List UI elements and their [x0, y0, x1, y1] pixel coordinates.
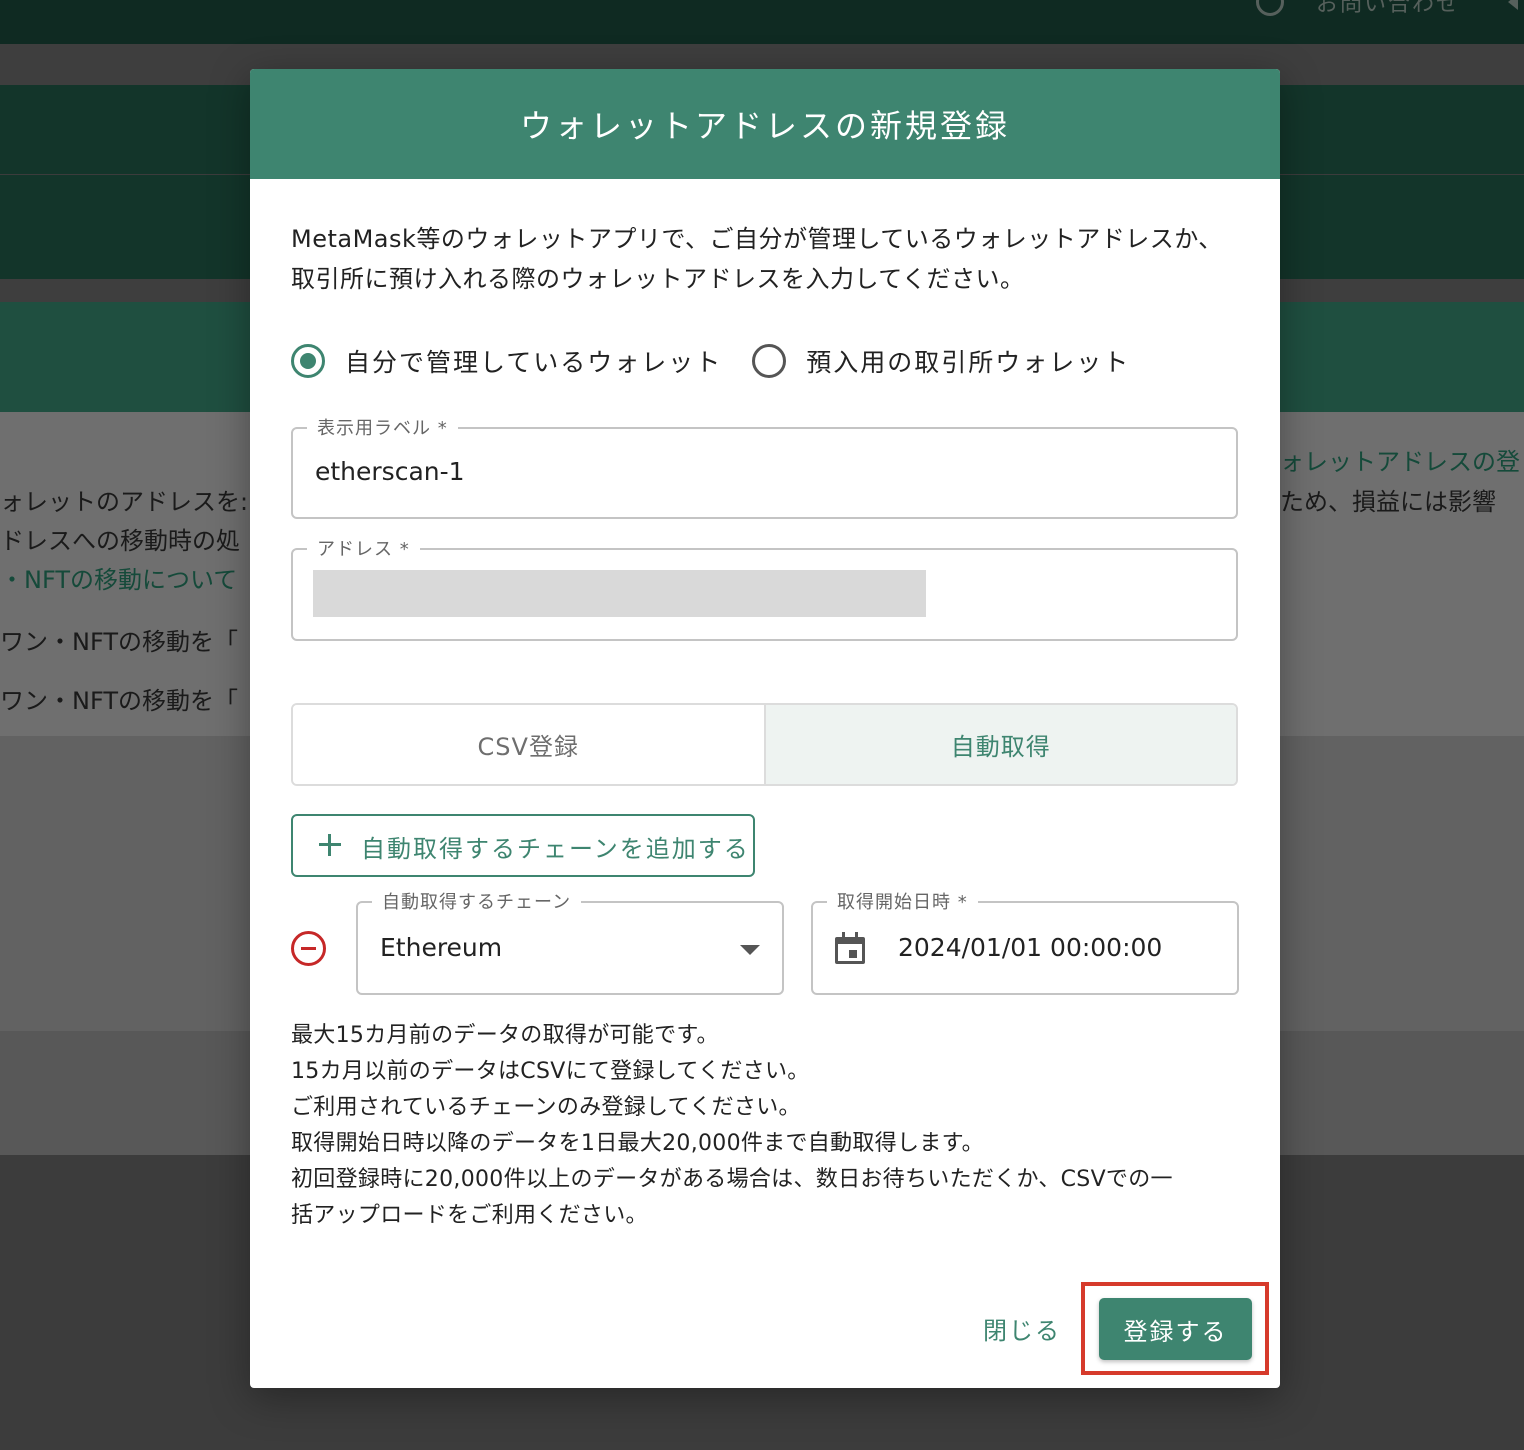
close-button[interactable]: 閉じる: [983, 1311, 1061, 1346]
bg-text-line: ドレスへの移動時の処: [0, 527, 240, 555]
add-chain-button[interactable]: 自動取得するチェーンを追加する: [291, 814, 755, 877]
dialog-header: ウォレットアドレスの新規登録: [250, 69, 1280, 179]
bg-text-line: ため、損益には影響: [1280, 488, 1496, 516]
note-line: 最大15カ月前のデータの取得が可能です。: [291, 1023, 719, 1048]
wallet-register-dialog: ウォレットアドレスの新規登録 MetaMask等のウォレットアプリで、ご自分が管…: [250, 69, 1280, 1388]
display-label-input[interactable]: etherscan-1: [315, 457, 465, 486]
note-line: 15カ月以前のデータはCSVにて登録してください。: [291, 1059, 810, 1084]
bg-link-nft: ・NFTの移動について: [0, 566, 238, 594]
remove-chain-icon[interactable]: [291, 931, 326, 966]
note-line: 取得開始日時以降のデータを1日最大20,000件まで自動取得します。: [291, 1131, 984, 1156]
bg-link-wallet: ォレットアドレスの登: [1280, 448, 1520, 476]
chevron-down-icon[interactable]: [740, 945, 760, 955]
add-chain-label: 自動取得するチェーンを追加する: [361, 835, 750, 863]
field-legend: アドレス *: [307, 535, 420, 561]
top-bar: [0, 0, 1524, 44]
bg-text-line: ォレットのアドレスを:: [0, 488, 249, 516]
start-datetime-input[interactable]: 2024/01/01 00:00:00: [898, 933, 1162, 962]
dialog-description: MetaMask等のウォレットアプリで、ご自分が管理しているウォレットアドレスか…: [291, 225, 1223, 293]
contact-link: お問い合わせ: [1316, 0, 1461, 17]
dialog-title: ウォレットアドレスの新規登録: [519, 107, 1010, 145]
chain-select[interactable]: 自動取得するチェーン Ethereum: [356, 888, 784, 995]
bg-text-line: ワン・NFTの移動を「: [0, 687, 238, 715]
radio-label: 預入用の取引所ウォレット: [806, 348, 1131, 377]
register-button[interactable]: 登録する: [1099, 1298, 1252, 1360]
redacted-address[interactable]: [313, 570, 926, 617]
start-datetime-field[interactable]: 取得開始日時 * 2024/01/01 00:00:00: [811, 888, 1239, 995]
import-method-tabs: CSV登録 自動取得: [291, 703, 1238, 786]
address-field[interactable]: アドレス *: [291, 535, 1238, 641]
note-line: 初回登録時に20,000件以上のデータがある場合は、数日お待ちいただくか、CSV…: [291, 1167, 1173, 1192]
caret-left-icon: [1508, 0, 1518, 10]
tab-auto-fetch[interactable]: 自動取得: [765, 705, 1236, 784]
chain-select-value: Ethereum: [380, 933, 503, 962]
display-label-field[interactable]: 表示用ラベル * etherscan-1: [291, 414, 1238, 519]
plus-icon: [319, 834, 341, 856]
radio-unchecked-icon[interactable]: [752, 344, 787, 378]
bg-text-line: ワン・NFTの移動を「: [0, 628, 238, 656]
radio-self-managed-wallet[interactable]: 自分で管理しているウォレット: [291, 343, 722, 379]
wallet-type-radio-group: 自分で管理しているウォレット 預入用の取引所ウォレット: [291, 343, 1160, 379]
note-line: 括アップロードをご利用ください。: [291, 1203, 648, 1228]
auto-fetch-notes: 最大15カ月前のデータの取得が可能です。 15カ月以前のデータはCSVにて登録し…: [291, 1018, 1251, 1234]
note-line: ご利用されているチェーンのみ登録してください。: [291, 1095, 801, 1120]
radio-checked-icon[interactable]: [291, 344, 325, 378]
radio-label: 自分で管理しているウォレット: [345, 348, 723, 377]
field-legend: 取得開始日時 *: [827, 888, 978, 914]
tab-csv-register[interactable]: CSV登録: [293, 705, 766, 784]
radio-exchange-wallet[interactable]: 預入用の取引所ウォレット: [752, 343, 1130, 379]
field-legend: 表示用ラベル *: [307, 414, 458, 440]
calendar-icon[interactable]: [835, 932, 865, 964]
field-legend: 自動取得するチェーン: [372, 888, 582, 914]
